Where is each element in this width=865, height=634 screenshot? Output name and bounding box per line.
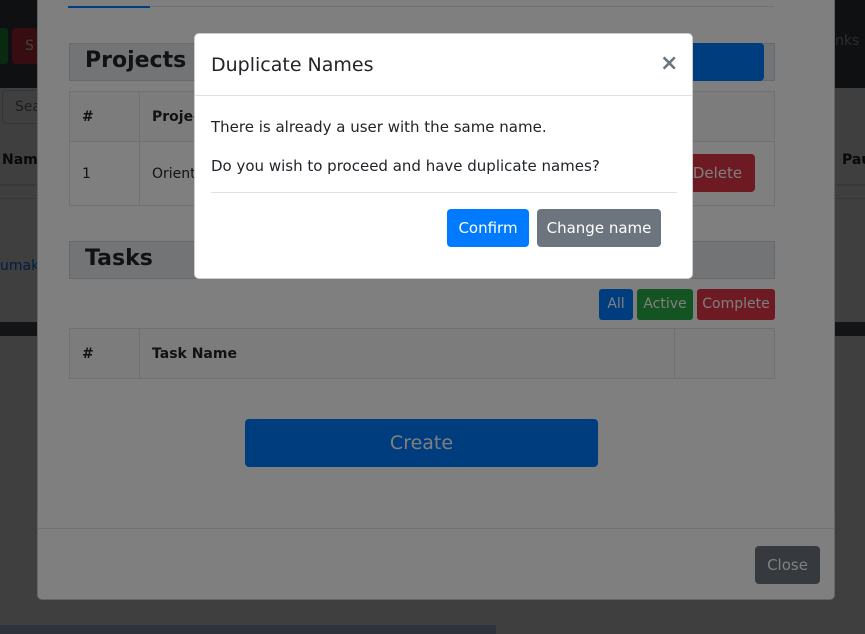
close-icon[interactable]: × [660,52,678,76]
dialog-message: There is already a user with the same na… [211,118,547,136]
dialog-divider [211,192,677,193]
confirm-button[interactable]: Confirm [447,209,529,247]
dialog-title: Duplicate Names [211,54,374,76]
duplicate-names-dialog: Duplicate Names × There is already a use… [194,33,693,279]
change-name-button[interactable]: Change name [537,209,661,247]
dialog-header: Duplicate Names × [195,34,692,96]
dialog-question: Do you wish to proceed and have duplicat… [211,157,600,175]
